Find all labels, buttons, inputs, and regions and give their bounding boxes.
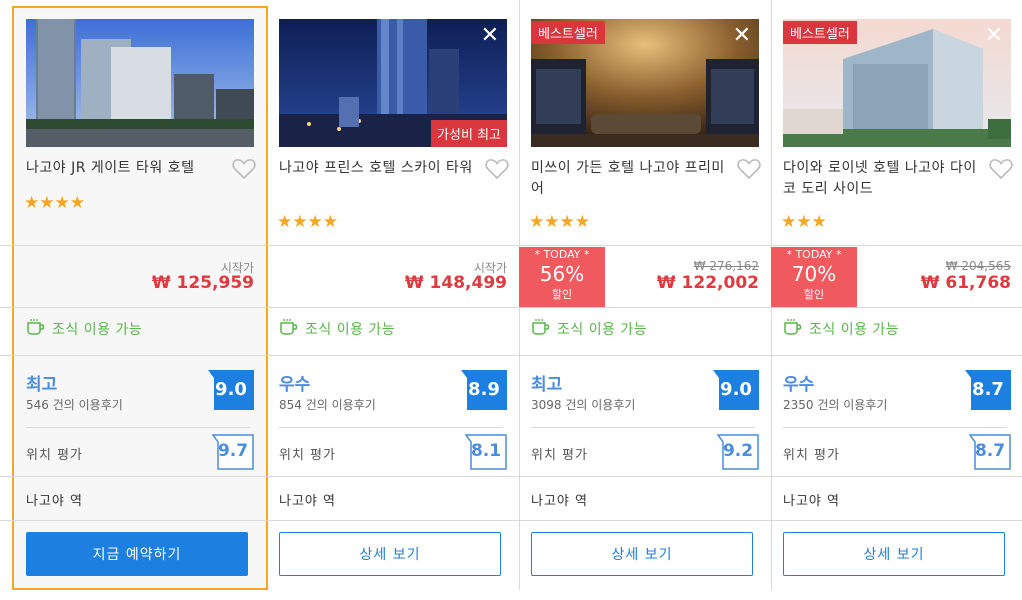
hotel-name[interactable]: 나고야 프린스 호텔 스카이 타워: [279, 158, 479, 179]
hotel-photo[interactable]: 베스트셀러 ✕: [783, 19, 1011, 147]
coffee-cup-icon: [783, 318, 803, 340]
location-score-badge: 9.7: [211, 434, 254, 470]
nearby-station: 나고야 역: [279, 494, 336, 509]
heart-icon[interactable]: [232, 158, 256, 180]
location-score: 9.7: [217, 441, 249, 461]
today-label: * TODAY *: [786, 248, 842, 261]
breakfast-info: 조식 이용 가능: [26, 318, 142, 340]
price-row: 시작가 ₩ 148,499: [267, 247, 519, 307]
hotel-card: ✕ 가성비 최고 나고야 프린스 호텔 스카이 타워 ★★★★ 시작가 ₩ 14…: [267, 0, 519, 600]
close-icon[interactable]: ✕: [985, 25, 1003, 47]
location-score-badge: 9.2: [716, 434, 759, 470]
discount-percent: 70%: [791, 262, 837, 286]
review-score: 9.0: [215, 379, 247, 400]
hotel-card: 베스트셀러 ✕ 미쓰이 가든 호텔 나고야 프리미어 ★★★★ * TODAY …: [519, 0, 771, 600]
hotel-name[interactable]: 나고야 JR 게이트 타워 호텔: [26, 158, 226, 179]
hotel-name[interactable]: 미쓰이 가든 호텔 나고야 프리미어: [531, 158, 731, 200]
heart-icon[interactable]: [737, 158, 761, 180]
location-score-badge: 8.1: [464, 434, 507, 470]
review-score: 9.0: [720, 379, 752, 400]
close-icon[interactable]: ✕: [481, 25, 499, 47]
today-deal-badge: * TODAY * 56% 할인: [519, 247, 605, 307]
hotel-comparison-grid: 나고야 JR 게이트 타워 호텔 ★★★★ 시작가 ₩ 125,959 조식 이…: [0, 0, 1022, 600]
review-score-badge: 8.7: [965, 370, 1011, 410]
best-value-badge: 가성비 최고: [431, 120, 507, 147]
review-score: 8.9: [468, 379, 500, 400]
location-score: 8.1: [470, 441, 502, 461]
location-rating-label: 위치 평가: [783, 448, 840, 463]
price: ₩ 148,499: [404, 273, 507, 293]
price: ₩ 61,768: [920, 273, 1011, 293]
review-count[interactable]: 546 건의 이용후기: [26, 396, 123, 413]
nearby-station: 나고야 역: [26, 494, 83, 509]
breakfast-info: 조식 이용 가능: [783, 318, 899, 340]
view-details-button[interactable]: 상세 보기: [279, 532, 501, 576]
hotel-photo[interactable]: ✕ 가성비 최고: [279, 19, 507, 147]
rating-label: 우수: [783, 375, 815, 395]
star-rating: ★★★★: [529, 212, 590, 232]
bestseller-badge: 베스트셀러: [783, 21, 857, 44]
review-count[interactable]: 2350 건의 이용후기: [783, 396, 887, 413]
star-rating: ★★★: [781, 212, 827, 232]
review-count[interactable]: 854 건의 이용후기: [279, 396, 376, 413]
today-deal-badge: * TODAY * 70% 할인: [771, 247, 857, 307]
price-row: 시작가 ₩ 125,959: [14, 247, 266, 307]
coffee-cup-icon: [279, 318, 299, 340]
discount-label: 할인: [551, 288, 573, 301]
view-details-button[interactable]: 상세 보기: [531, 532, 753, 576]
heart-icon[interactable]: [989, 158, 1013, 180]
hotel-photo[interactable]: 베스트셀러 ✕: [531, 19, 759, 147]
hotel-card: 베스트셀러 ✕ 다이와 로이넷 호텔 나고야 다이코 도리 사이드 ★★★ * …: [771, 0, 1022, 600]
view-details-button[interactable]: 상세 보기: [783, 532, 1005, 576]
today-label: * TODAY *: [534, 248, 590, 261]
review-count[interactable]: 3098 건의 이용후기: [531, 396, 635, 413]
review-score: 8.7: [972, 379, 1004, 400]
rating-label: 우수: [279, 375, 311, 395]
location-rating-label: 위치 평가: [279, 448, 336, 463]
breakfast-label: 조식 이용 가능: [52, 322, 143, 338]
location-rating-label: 위치 평가: [531, 448, 588, 463]
coffee-cup-icon: [531, 318, 551, 340]
price-row: * TODAY * 56% 할인 ₩ 276,162 ₩ 122,002: [519, 247, 771, 307]
original-price: ₩ 204,565: [945, 259, 1011, 273]
nearby-station: 나고야 역: [531, 494, 588, 509]
breakfast-label: 조식 이용 가능: [557, 322, 648, 338]
close-icon[interactable]: ✕: [733, 25, 751, 47]
review-score-badge: 9.0: [713, 370, 759, 410]
review-score-badge: 8.9: [461, 370, 507, 410]
bestseller-badge: 베스트셀러: [531, 21, 605, 44]
original-price: ₩ 276,162: [693, 259, 759, 273]
location-score-badge: 8.7: [968, 434, 1011, 470]
rating-label: 최고: [26, 375, 58, 395]
location-score: 8.7: [974, 441, 1006, 461]
hotel-name[interactable]: 다이와 로이넷 호텔 나고야 다이코 도리 사이드: [783, 158, 983, 200]
breakfast-info: 조식 이용 가능: [279, 318, 395, 340]
star-rating: ★★★★: [277, 212, 338, 232]
coffee-cup-icon: [26, 318, 46, 340]
price: ₩ 122,002: [656, 273, 759, 293]
hotel-card: 나고야 JR 게이트 타워 호텔 ★★★★ 시작가 ₩ 125,959 조식 이…: [14, 0, 266, 600]
nearby-station: 나고야 역: [783, 494, 840, 509]
discount-percent: 56%: [539, 262, 585, 286]
breakfast-label: 조식 이용 가능: [809, 322, 900, 338]
price-row: * TODAY * 70% 할인 ₩ 204,565 ₩ 61,768: [771, 247, 1022, 307]
hotel-photo[interactable]: [26, 19, 254, 147]
heart-icon[interactable]: [485, 158, 509, 180]
location-rating-label: 위치 평가: [26, 448, 83, 463]
discount-label: 할인: [803, 288, 825, 301]
rating-label: 최고: [531, 375, 563, 395]
star-rating: ★★★★: [24, 193, 85, 213]
price: ₩ 125,959: [151, 273, 254, 293]
location-score: 9.2: [722, 441, 754, 461]
book-now-button[interactable]: 지금 예약하기: [26, 532, 248, 576]
breakfast-label: 조식 이용 가능: [305, 322, 396, 338]
review-score-badge: 9.0: [208, 370, 254, 410]
breakfast-info: 조식 이용 가능: [531, 318, 647, 340]
